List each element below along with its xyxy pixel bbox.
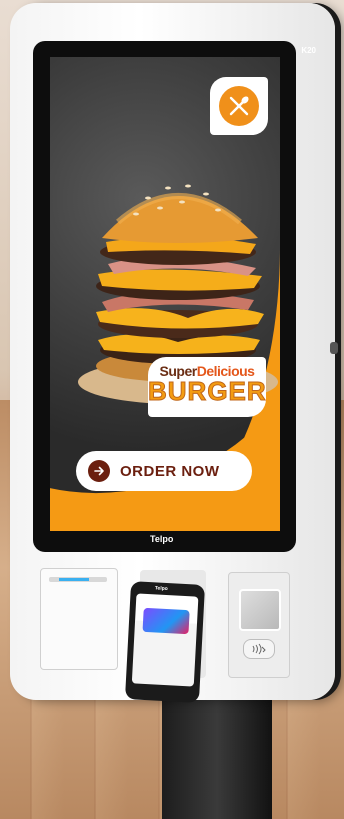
side-camera xyxy=(330,342,338,354)
qr-scanner xyxy=(228,572,290,678)
pos-terminal[interactable]: Telpo xyxy=(124,581,206,703)
order-now-button[interactable]: ORDER NOW xyxy=(76,451,252,491)
scan-window xyxy=(239,589,281,631)
tagline-box: SuperDelicious BURGER xyxy=(148,357,266,417)
brand-label: Telpo xyxy=(150,534,174,544)
pos-brand-label: Telpo xyxy=(154,585,168,593)
pos-screen[interactable] xyxy=(131,593,199,687)
receipt-printer xyxy=(40,568,118,670)
kiosk-screen[interactable]: SuperDelicious BURGER ORDER NOW xyxy=(50,57,280,531)
payment-card-image xyxy=(142,607,190,635)
nfc-icon xyxy=(243,639,275,659)
order-now-label: ORDER NOW xyxy=(120,462,220,480)
model-label: K20 xyxy=(301,46,316,55)
kiosk-stand xyxy=(162,690,272,819)
fork-knife-icon xyxy=(219,86,259,126)
tagline-burger: BURGER xyxy=(148,376,267,406)
receipt-slot xyxy=(49,577,107,582)
arrow-right-icon xyxy=(88,460,110,482)
restaurant-logo xyxy=(210,77,268,135)
